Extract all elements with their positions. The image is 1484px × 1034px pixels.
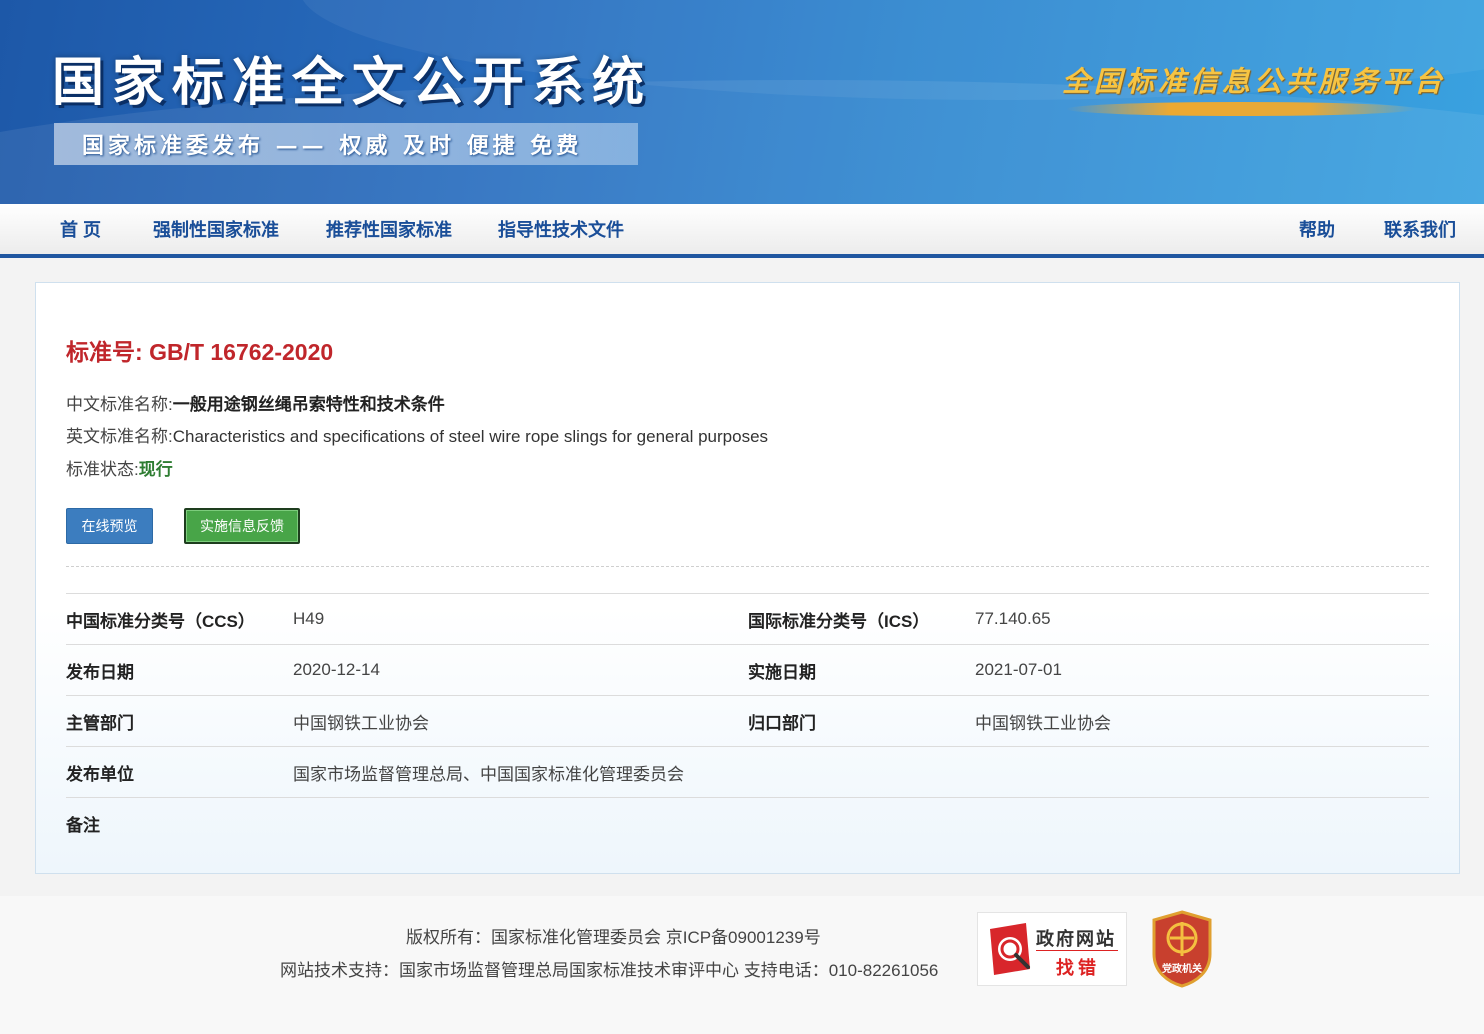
centralized-dept-label: 归口部门 [748,695,975,747]
en-name-value: Characteristics and specifications of st… [172,427,769,446]
party-government-agency-badge[interactable]: 党政机关 [1150,910,1214,988]
copyright-text: 版权所有：国家标准化管理委员会 京ICP备09001239号 [406,928,821,947]
standard-number: GB/T 16762-2020 [149,339,334,365]
nav-mandatory-standards[interactable]: 强制性国家标准 [153,204,279,254]
cn-name-label: 中文标准名称: [66,395,173,414]
gov-badge-line2: 找错 [1056,958,1100,978]
en-name-row: 英文标准名称:Characteristics and specification… [66,422,768,447]
main-nav: 首 页 强制性国家标准 推荐性国家标准 指导性技术文件 帮助 联系我们 [0,204,1484,258]
dashed-divider [66,566,1429,567]
header-banner: 国家标准全文公开系统 国家标准委发布 —— 权威 及时 便捷 免费 全国标准信息… [0,0,1484,204]
centralized-dept-value: 中国钢铁工业协会 [975,695,1429,747]
party-badge-label: 党政机关 [1162,964,1202,975]
standard-number-heading: 标准号: GB/T 16762-2020 [66,333,333,367]
status-badge: 现行 [138,460,173,479]
page-footer: 版权所有：国家标准化管理委员会 京ICP备09001239号 网站技术支持：国家… [0,896,1484,1034]
tech-support-text: 网站技术支持：国家市场监督管理总局国家标准技术审评中心 支持电话：010-822… [280,961,939,980]
magnifier-icon [986,921,1036,977]
remark-value [293,797,1429,848]
party-emblem-icon [1152,910,1212,988]
site-title: 国家标准全文公开系统 [52,52,653,113]
table-row: 发布日期 2020-12-14 实施日期 2021-07-01 [66,644,1429,696]
competent-dept-value: 中国钢铁工业协会 [293,695,748,747]
remark-label: 备注 [66,797,293,848]
platform-swoosh-decoration [1066,102,1416,116]
gov-badge-line1: 政府网站 [1036,929,1116,949]
implementation-feedback-button[interactable]: 实施信息反馈 [184,508,300,544]
publish-date-label: 发布日期 [66,644,293,696]
en-name-label: 英文标准名称: [66,427,173,446]
ics-value: 77.140.65 [975,593,1429,645]
nav-help[interactable]: 帮助 [1299,204,1335,254]
publisher-label: 发布单位 [66,746,293,798]
ccs-label: 中国标准分类号（CCS） [66,593,293,645]
table-row: 主管部门 中国钢铁工业协会 归口部门 中国钢铁工业协会 [66,695,1429,747]
ics-label: 国际标准分类号（ICS） [748,593,975,645]
table-row: 发布单位 国家市场监督管理总局、中国国家标准化管理委员会 [66,746,1429,798]
ccs-value: H49 [293,593,748,645]
nav-guidance-documents[interactable]: 指导性技术文件 [498,204,624,254]
nav-home[interactable]: 首 页 [60,204,101,254]
implementation-date-label: 实施日期 [748,644,975,696]
nav-recommended-standards[interactable]: 推荐性国家标准 [326,204,452,254]
standard-number-label: 标准号: [66,339,143,365]
status-label: 标准状态: [66,460,139,479]
publisher-value: 国家市场监督管理总局、中国国家标准化管理委员会 [293,746,1429,798]
gov-badge-divider [1036,950,1118,951]
table-row: 备注 [66,797,1429,848]
cn-name-row: 中文标准名称:一般用途钢丝绳吊索特性和技术条件 [66,390,445,415]
standard-info-table: 中国标准分类号（CCS） H49 国际标准分类号（ICS） 77.140.65 … [66,593,1429,848]
platform-name: 全国标准信息公共服务平台 [1062,65,1447,98]
standard-detail-card: 标准号: GB/T 16762-2020 中文标准名称:一般用途钢丝绳吊索特性和… [35,282,1460,874]
slogan-text: 国家标准委发布 —— 权威 及时 便捷 免费 [82,133,583,159]
status-row: 标准状态:现行 [66,455,173,480]
competent-dept-label: 主管部门 [66,695,293,747]
publish-date-value: 2020-12-14 [293,644,748,696]
cn-name-value: 一般用途钢丝绳吊索特性和技术条件 [172,395,445,414]
gov-website-error-report-badge[interactable]: 政府网站 找错 [977,912,1127,986]
slogan-box: 国家标准委发布 —— 权威 及时 便捷 免费 [54,123,638,165]
online-preview-button[interactable]: 在线预览 [66,508,153,544]
implementation-date-value: 2021-07-01 [975,644,1429,696]
table-row: 中国标准分类号（CCS） H49 国际标准分类号（ICS） 77.140.65 [66,593,1429,645]
nav-contact-us[interactable]: 联系我们 [1384,204,1456,254]
